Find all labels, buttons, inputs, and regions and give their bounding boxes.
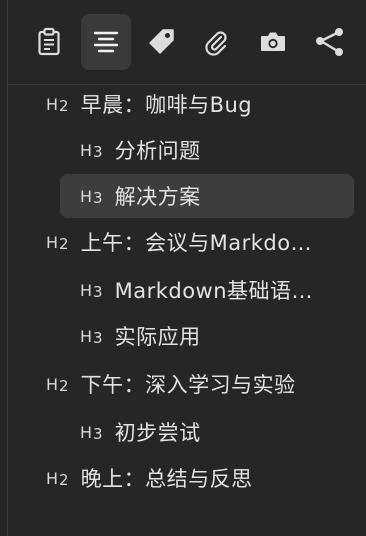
outline-item[interactable]: H3 实际应用 <box>74 314 350 358</box>
heading-level-badge: H2 <box>46 374 69 395</box>
outline-item[interactable]: H3 分析问题 <box>74 128 350 172</box>
paperclip-icon <box>202 28 230 56</box>
heading-level-badge: H2 <box>46 468 69 489</box>
heading-level-badge: H2 <box>46 232 69 253</box>
outline-item-label: 实际应用 <box>114 325 201 349</box>
outline-list-icon <box>93 30 119 54</box>
outline-item[interactable]: H2 下午：深入学习与实验 <box>40 362 352 406</box>
outline-sidebar-panel: H2 早晨：咖啡与Bug H3 分析问题 H3 解决方案 H2 上午：会议与Ma… <box>0 0 366 536</box>
sidebar-toolbar <box>8 0 366 85</box>
screenshot-button[interactable] <box>248 14 298 70</box>
outline-item-selected[interactable]: H3 解决方案 <box>60 174 354 218</box>
outline-item-label: 解决方案 <box>114 185 201 209</box>
tag-button[interactable] <box>137 14 187 70</box>
heading-level-badge: H3 <box>80 140 103 161</box>
outline-item[interactable]: H2 晚上：总结与反思 <box>40 456 346 500</box>
outline-item[interactable]: H3 初步尝试 <box>74 410 350 454</box>
outline-item-label: 分析问题 <box>114 139 201 163</box>
outline-button[interactable] <box>81 14 131 70</box>
heading-level-badge: H3 <box>80 326 103 347</box>
outline-item-label: 晚上：总结与反思 <box>80 467 253 491</box>
heading-level-badge: H3 <box>80 280 103 301</box>
heading-level-badge: H3 <box>80 186 103 207</box>
share-graph-icon <box>314 27 346 57</box>
outline-item-label: 早晨：咖啡与Bug <box>80 93 253 117</box>
heading-level-badge: H3 <box>80 422 103 443</box>
graph-button[interactable] <box>305 14 355 70</box>
heading-level-badge: H2 <box>46 94 69 115</box>
outline-item-label: 上午：会议与Markdo… <box>80 231 313 255</box>
outline-item[interactable]: H3 Markdown基础语… <box>74 268 350 312</box>
clipboard-button[interactable] <box>24 14 74 70</box>
outline-item-label: Markdown基础语… <box>114 279 314 303</box>
outline-item-label: 下午：深入学习与实验 <box>80 373 296 397</box>
attachment-button[interactable] <box>191 14 241 70</box>
outline-item[interactable]: H2 早晨：咖啡与Bug <box>40 82 346 126</box>
clipboard-icon <box>36 27 62 57</box>
camera-icon <box>259 29 287 55</box>
tag-icon <box>148 28 176 56</box>
outline-item[interactable]: H2 上午：会议与Markdo… <box>40 220 346 264</box>
outline-item-label: 初步尝试 <box>114 421 201 445</box>
